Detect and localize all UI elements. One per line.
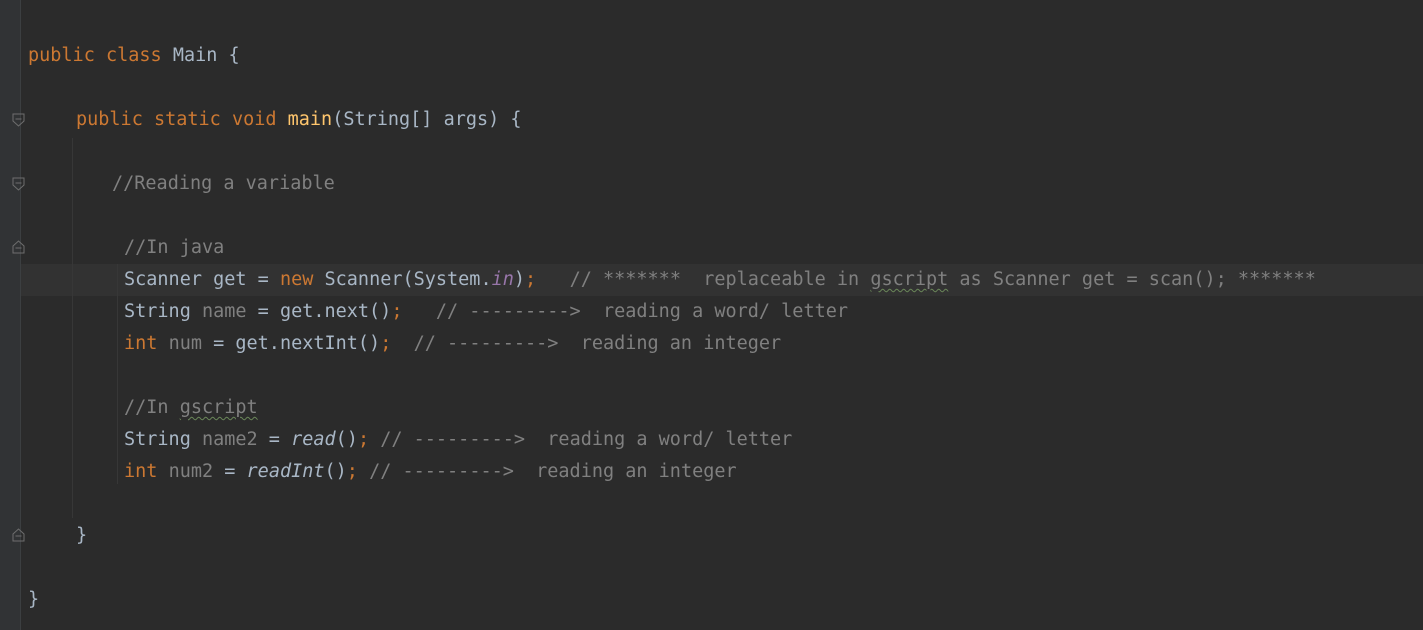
method-call: read [291, 429, 336, 450]
comment: // ---------> reading an integer [369, 461, 737, 482]
params: (String[] args) [332, 109, 500, 130]
type: String [124, 301, 191, 322]
comment: // ---------> reading a word/ letter [380, 429, 793, 450]
brace: } [76, 525, 88, 546]
expression: = get.nextInt() [201, 333, 381, 354]
semicolon: ; [346, 461, 358, 482]
type: Scanner [124, 269, 202, 290]
code-line-int-read[interactable]: int num = get.nextInt(); // ---------> r… [124, 328, 781, 360]
brace: } [28, 589, 40, 610]
comment: // ---------> reading an integer [413, 333, 782, 354]
fold-end-icon[interactable] [12, 528, 25, 542]
fold-icon[interactable] [12, 113, 25, 127]
code-line-class-decl[interactable]: public class Main { [28, 40, 240, 72]
comment: //In [124, 397, 180, 418]
typo-word: gscript [870, 269, 949, 290]
comment: //Reading a variable [112, 173, 335, 194]
code-line-close-brace[interactable]: } [28, 584, 39, 616]
class-name: Main [172, 45, 218, 66]
semicolon: ; [391, 301, 403, 322]
method-name: main [287, 109, 333, 130]
expression: = get.next() [246, 301, 392, 322]
paren: () [335, 429, 358, 450]
fold-icon[interactable] [12, 177, 25, 191]
comment: // ---------> reading a word/ letter [435, 301, 848, 322]
keyword: public [76, 109, 143, 130]
method-call: readInt [246, 461, 325, 482]
semicolon: ; [525, 269, 537, 290]
keyword: static [153, 109, 221, 130]
partial-line [28, 0, 407, 4]
type: String [124, 429, 191, 450]
code-line-comment[interactable]: //In java [124, 232, 224, 264]
code-editor[interactable]: public class Main { public static void m… [0, 0, 1423, 630]
code-line-comment[interactable]: //Reading a variable [112, 168, 335, 200]
keyword: void [231, 109, 277, 130]
variable: num2 [168, 461, 214, 482]
variable: num [168, 333, 202, 354]
variable: get [213, 269, 247, 290]
static-field: in [491, 269, 514, 290]
semicolon: ; [380, 333, 392, 354]
paren: () [324, 461, 347, 482]
code-line-close-brace[interactable]: } [76, 520, 87, 552]
comment: //In java [124, 237, 225, 258]
comment-text: as Scanner get = scan(); ******* [948, 269, 1316, 290]
fold-end-icon[interactable] [12, 240, 25, 254]
operator: = [257, 269, 269, 290]
constructor-call: Scanner(System. [324, 269, 492, 290]
code-line-main-decl[interactable]: public static void main(String[] args) { [76, 104, 522, 136]
brace: { [228, 45, 240, 66]
comment: // ******* replaceable in gscript as Sca… [570, 269, 1316, 290]
indent-guide [117, 264, 118, 484]
variable: name [201, 301, 247, 322]
keyword: new [279, 269, 314, 290]
semicolon: ; [357, 429, 370, 450]
code-line-gscript-readint[interactable]: int num2 = readInt(); // ---------> read… [124, 456, 737, 488]
keyword: int [124, 461, 158, 482]
brace: { [510, 109, 522, 130]
code-line-gscript-read[interactable]: String name2 = read(); // ---------> rea… [124, 424, 792, 456]
indent-guide [72, 138, 73, 518]
keyword: int [124, 333, 158, 354]
operator: = [213, 461, 247, 482]
code-line-comment[interactable]: //In gscript [124, 392, 258, 424]
comment-text: // ******* replaceable in [569, 269, 871, 290]
operator: = [257, 429, 292, 450]
code-line-string-read[interactable]: String name = get.next(); // ---------> … [124, 296, 848, 328]
keyword: public [28, 45, 95, 66]
paren: ) [513, 269, 526, 290]
code-line-scanner[interactable]: Scanner get = new Scanner(System.in); //… [124, 264, 1316, 296]
typo-word: gscript [179, 397, 258, 418]
keyword: class [105, 45, 162, 66]
variable: name2 [201, 429, 258, 450]
